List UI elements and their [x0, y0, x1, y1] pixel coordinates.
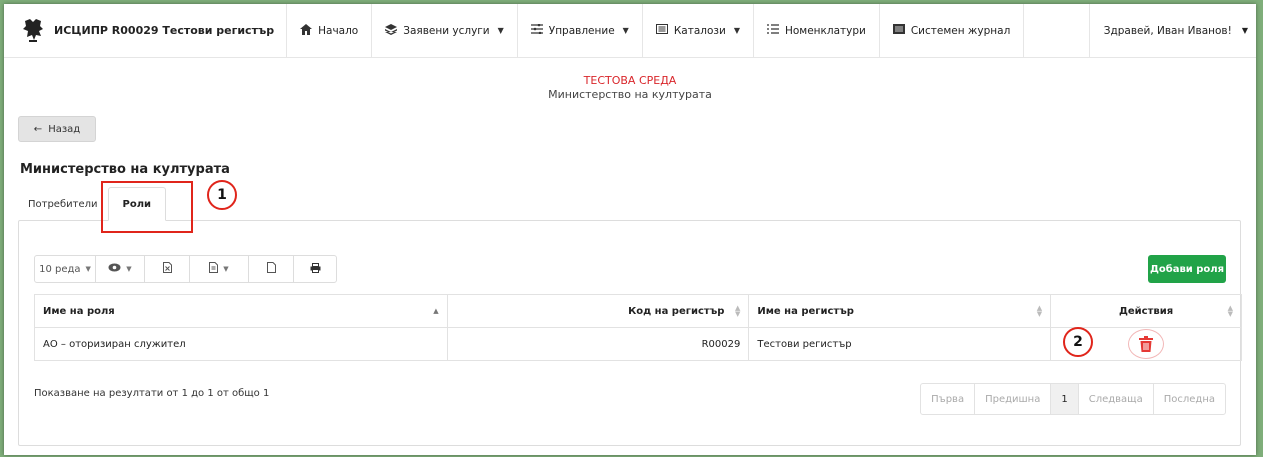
chevron-down-icon: ▼ [1241, 26, 1248, 35]
add-role-button[interactable]: Добави роля [1148, 255, 1226, 283]
brand[interactable]: ИСЦИПР R00029 Тестови регистър [4, 4, 288, 57]
arrow-left-icon: ← [33, 123, 43, 135]
export-excel-button[interactable] [144, 255, 190, 283]
column-header-label: Име на регистър [757, 305, 854, 317]
print-button[interactable] [293, 255, 337, 283]
user-menu[interactable]: Здравей, Иван Иванов! ▼ [1088, 4, 1256, 57]
pagination: Първа Предишна 1 Следваща Последна [920, 383, 1226, 415]
chevron-down-icon: ▼ [733, 26, 740, 35]
column-header-label: Код на регистър [628, 305, 725, 317]
app-window: ИСЦИПР R00029 Тестови регистър Начало За… [4, 4, 1256, 455]
table-header-row: Име на роля ▲ Код на регистър ▲ ▼ Име на … [34, 294, 1242, 328]
nav-home[interactable]: Начало [287, 4, 373, 57]
column-header-label: Име на роля [43, 305, 115, 317]
page-title: Министерство на културата [20, 162, 230, 177]
chevron-down-icon: ▼ [223, 265, 229, 273]
brand-title: ИСЦИПР R00029 Тестови регистър [54, 24, 275, 37]
results-info: Показване на резултати от 1 до 1 от общо… [34, 388, 270, 399]
chevron-down-icon: ▼ [126, 265, 132, 273]
home-icon [300, 23, 313, 38]
nav-requested-services-label: Заявени услуги [403, 24, 490, 37]
eye-icon [108, 263, 121, 275]
cell-register-code: R00029 [446, 327, 750, 361]
coat-of-arms-logo [20, 18, 46, 44]
user-greeting: Здравей, Иван Иванов! [1103, 24, 1232, 37]
organization-name: Министерство на културата [548, 88, 712, 101]
sort-icon: ▲ ▼ [1227, 304, 1233, 318]
step-marker-1: 1 [207, 180, 237, 210]
column-header-label: Действия [1118, 305, 1174, 317]
nav-catalogs-label: Каталози [673, 24, 726, 37]
sort-asc-icon: ▲ [433, 307, 439, 315]
chevron-down-icon: ▼ [497, 26, 504, 35]
nav-catalogs[interactable]: Каталози ▼ [643, 4, 754, 57]
nav-home-label: Начало [318, 24, 359, 37]
back-button-label: Назад [48, 123, 81, 135]
export-pdf-button[interactable]: ▼ [189, 255, 249, 283]
chevron-down-icon: ▼ [85, 265, 91, 273]
column-visibility-button[interactable]: ▼ [95, 255, 145, 283]
list-box-icon [655, 24, 668, 37]
sort-icon: ▲ ▼ [734, 304, 741, 318]
tab-users[interactable]: Потребители [18, 187, 108, 221]
pagination-last[interactable]: Последна [1152, 383, 1226, 415]
top-navbar: ИСЦИПР R00029 Тестови регистър Начало За… [4, 4, 1256, 58]
nav-management[interactable]: Управление ▼ [518, 4, 643, 57]
trash-icon [1139, 336, 1154, 352]
pagination-prev[interactable]: Предишна [974, 383, 1052, 415]
file-excel-icon [162, 262, 172, 276]
nav-system-journal-label: Системен журнал [910, 24, 1011, 37]
column-header-register-name[interactable]: Име на регистър ▲ ▼ [748, 294, 1052, 328]
step-marker-2: 2 [1063, 327, 1093, 357]
table-row: АО – оторизиран служител R00029 Тестови … [34, 327, 1242, 361]
copy-button[interactable] [248, 255, 294, 283]
roles-card: 10 реда ▼ ▼ ▼ Добави роля Име на роля ▲ … [18, 220, 1242, 446]
nav-nomenclatures[interactable]: Номенклатури [754, 4, 880, 57]
pagination-first[interactable]: Първа [920, 383, 976, 415]
chevron-down-icon: ▼ [622, 26, 629, 35]
roles-table: Име на роля ▲ Код на регистър ▲ ▼ Име на … [34, 294, 1242, 361]
table-toolbar: 10 реда ▼ ▼ ▼ [34, 255, 337, 283]
page-size-dropdown[interactable]: 10 реда ▼ [34, 255, 96, 283]
delete-role-button[interactable] [1128, 329, 1165, 359]
file-icon [266, 262, 276, 276]
file-pdf-icon [209, 262, 219, 276]
list-icon [766, 24, 779, 37]
back-button[interactable]: ← Назад [18, 116, 96, 142]
page-size-label: 10 реда [39, 263, 81, 275]
environment-header: ТЕСТОВА СРЕДА Министерство на културата [4, 74, 1256, 101]
print-icon [310, 262, 321, 276]
stack-icon [385, 23, 398, 38]
pagination-next[interactable]: Следваща [1077, 383, 1154, 415]
environment-name: ТЕСТОВА СРЕДА [583, 74, 677, 87]
nav-requested-services[interactable]: Заявени услуги ▼ [372, 4, 518, 57]
column-header-role-name[interactable]: Име на роля ▲ [34, 294, 448, 328]
roles-tab-highlight [101, 181, 193, 233]
column-header-actions[interactable]: Действия ▲ ▼ [1050, 294, 1242, 328]
nav-system-journal[interactable]: Системен журнал [880, 4, 1025, 57]
cell-register-name: Тестови регистър [748, 327, 1052, 361]
nav-management-label: Управление [548, 24, 615, 37]
cell-role-name: АО – оторизиран служител [34, 327, 448, 361]
nav-nomenclatures-label: Номенклатури [784, 24, 866, 37]
column-header-register-code[interactable]: Код на регистър ▲ ▼ [446, 294, 750, 328]
journal-icon [892, 24, 905, 37]
sort-icon: ▲ ▼ [1036, 304, 1043, 318]
sliders-icon [530, 23, 543, 37]
pagination-current-page[interactable]: 1 [1050, 383, 1079, 415]
